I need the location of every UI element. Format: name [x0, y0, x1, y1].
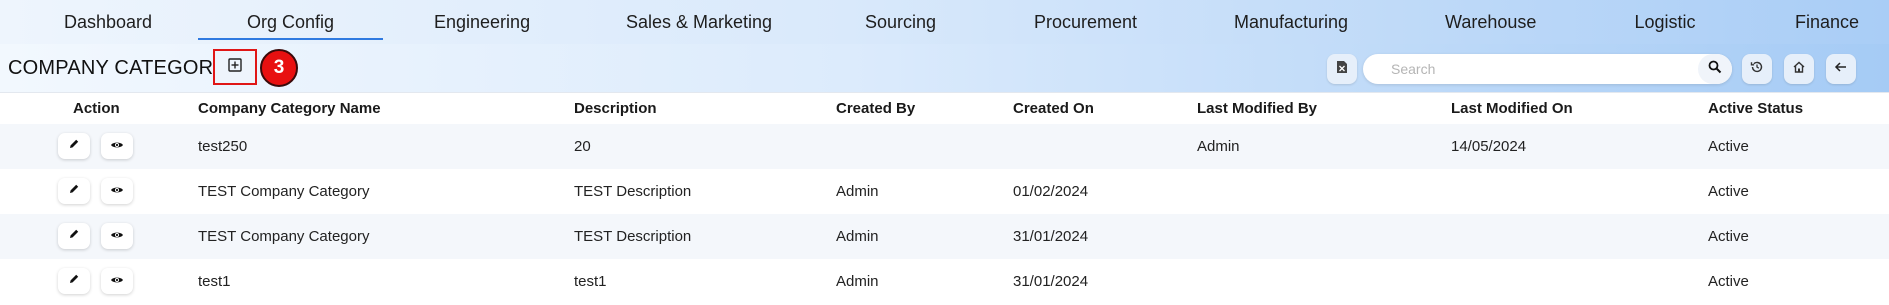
table-row[interactable]: TEST Company Category TEST Description A… [0, 214, 1889, 259]
cell-name: test1 [198, 273, 231, 290]
add-box-icon [228, 57, 242, 77]
cell-name: test250 [198, 138, 248, 155]
edit-pencil-icon [68, 182, 80, 200]
cell-description: 20 [574, 138, 591, 155]
back-button[interactable] [1826, 54, 1856, 84]
tab-manufacturing[interactable]: Manufacturing [1234, 12, 1348, 36]
edit-pencil-icon [68, 227, 80, 245]
page-title: COMPANY CATEGORY [8, 57, 227, 79]
eye-icon [110, 137, 124, 155]
tab-sales-marketing[interactable]: Sales & Marketing [626, 12, 772, 36]
search-button[interactable] [1698, 54, 1732, 84]
eye-icon [110, 227, 124, 245]
cell-active-status: Active [1708, 273, 1749, 290]
cell-description: TEST Description [574, 183, 692, 200]
edit-pencil-icon [68, 272, 80, 290]
tab-org-config[interactable]: Org Config [198, 12, 383, 40]
cell-created-by: Admin [836, 183, 879, 200]
tab-dashboard[interactable]: Dashboard [64, 12, 152, 36]
excel-export-icon [1336, 60, 1348, 79]
tab-warehouse[interactable]: Warehouse [1445, 12, 1536, 36]
view-button[interactable] [101, 223, 133, 249]
tab-finance[interactable]: Finance [1795, 12, 1859, 36]
cell-created-on: 31/01/2024 [1013, 228, 1089, 245]
refresh-history-icon [1750, 60, 1764, 79]
cell-created-on: 31/01/2024 [1013, 273, 1089, 290]
tab-logistic[interactable]: Logistic [1634, 12, 1696, 36]
cell-created-by: Admin [836, 273, 879, 290]
eye-icon [110, 182, 124, 200]
view-button[interactable] [101, 178, 133, 204]
edit-button[interactable] [58, 268, 90, 294]
eye-icon [110, 272, 124, 290]
tab-procurement[interactable]: Procurement [1034, 12, 1137, 36]
cell-active-status: Active [1708, 183, 1749, 200]
table-row[interactable]: test1 test1 Admin 31/01/2024 Active [0, 259, 1889, 304]
view-button[interactable] [101, 133, 133, 159]
edit-pencil-icon [68, 137, 80, 155]
table-row[interactable]: test250 20 Admin 14/05/2024 Active [0, 124, 1889, 169]
search-input[interactable] [1363, 54, 1699, 84]
home-button[interactable] [1784, 54, 1814, 84]
tab-engineering[interactable]: Engineering [434, 12, 530, 36]
table-row[interactable]: TEST Company Category TEST Description A… [0, 169, 1889, 214]
cell-created-by: Admin [836, 228, 879, 245]
search-box [1363, 54, 1732, 84]
cell-description: TEST Description [574, 228, 692, 245]
column-header-name[interactable]: Company Category Name [198, 100, 381, 117]
data-table: Action Company Category Name Description… [0, 92, 1889, 305]
column-header-created-on[interactable]: Created On [1013, 100, 1094, 117]
edit-button[interactable] [58, 178, 90, 204]
cell-last-modified-on: 14/05/2024 [1451, 138, 1527, 155]
column-header-last-modified-by[interactable]: Last Modified By [1197, 100, 1317, 117]
cell-last-modified-by: Admin [1197, 138, 1240, 155]
page-toolbar: COMPANY CATEGORY 3 [0, 44, 1889, 92]
tab-sourcing[interactable]: Sourcing [865, 12, 936, 36]
cell-name: TEST Company Category [198, 183, 370, 200]
home-icon [1792, 60, 1806, 79]
back-arrow-icon [1834, 60, 1848, 79]
column-header-action[interactable]: Action [73, 100, 120, 117]
column-header-last-modified-on[interactable]: Last Modified On [1451, 100, 1573, 117]
cell-name: TEST Company Category [198, 228, 370, 245]
top-navigation: Dashboard Org Config Engineering Sales &… [0, 0, 1889, 44]
edit-button[interactable] [58, 133, 90, 159]
edit-button[interactable] [58, 223, 90, 249]
view-button[interactable] [101, 268, 133, 294]
search-icon [1708, 60, 1722, 79]
cell-active-status: Active [1708, 138, 1749, 155]
step-badge: 3 [260, 49, 298, 87]
column-header-active-status[interactable]: Active Status [1708, 100, 1803, 117]
cell-active-status: Active [1708, 228, 1749, 245]
excel-export-button[interactable] [1327, 54, 1357, 84]
column-header-description[interactable]: Description [574, 100, 657, 117]
cell-description: test1 [574, 273, 607, 290]
cell-created-on: 01/02/2024 [1013, 183, 1089, 200]
column-header-created-by[interactable]: Created By [836, 100, 915, 117]
add-button[interactable] [213, 49, 257, 85]
history-button[interactable] [1742, 54, 1772, 84]
table-header: Action Company Category Name Description… [0, 92, 1889, 124]
